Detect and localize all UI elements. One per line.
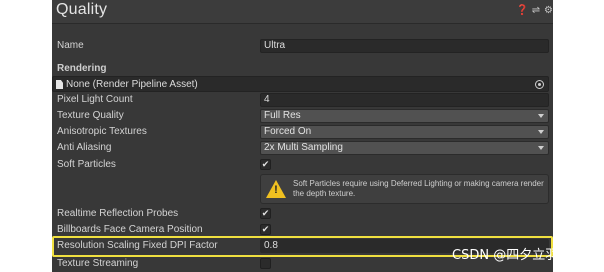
name-row: Name Ultra xyxy=(52,38,553,54)
anisotropic-label: Anisotropic Textures xyxy=(57,126,147,137)
texture-quality-label: Texture Quality xyxy=(57,110,124,121)
chevron-down-icon xyxy=(538,114,544,118)
billboards-checkbox[interactable]: ✔ xyxy=(260,224,271,235)
texture-streaming-label: Texture Streaming xyxy=(57,258,139,269)
anisotropic-value: Forced On xyxy=(264,126,312,137)
anti-aliasing-dropdown[interactable]: 2x Multi Sampling xyxy=(260,141,549,155)
soft-particles-warning: ! Soft Particles require using Deferred … xyxy=(260,174,549,204)
anti-aliasing-row: Anti Aliasing 2x Multi Sampling xyxy=(52,140,553,156)
pixel-light-count-row: Pixel Light Count 4 xyxy=(52,92,553,108)
object-picker-icon[interactable] xyxy=(535,80,544,89)
realtime-reflection-label: Realtime Reflection Probes xyxy=(57,208,179,219)
name-field[interactable]: Ultra xyxy=(260,39,549,53)
anti-aliasing-label: Anti Aliasing xyxy=(57,142,112,153)
anti-aliasing-value: 2x Multi Sampling xyxy=(264,142,343,153)
soft-particles-label: Soft Particles xyxy=(57,159,116,170)
panel-title: Quality xyxy=(56,1,108,18)
texture-quality-value: Full Res xyxy=(264,110,301,121)
warning-text: Soft Particles require using Deferred Li… xyxy=(293,179,544,198)
chevron-down-icon xyxy=(538,130,544,134)
texture-quality-row: Texture Quality Full Res xyxy=(52,108,553,124)
watermark: CSDN @四夕立羽 xyxy=(452,248,559,263)
texture-quality-dropdown[interactable]: Full Res xyxy=(260,109,549,123)
warning-exclamation: ! xyxy=(274,184,278,196)
render-pipeline-row: None (Render Pipeline Asset) xyxy=(52,76,553,93)
render-pipeline-asset-value: None (Render Pipeline Asset) xyxy=(66,79,198,90)
soft-particles-row: Soft Particles ✔ xyxy=(52,157,553,173)
realtime-reflection-row: Realtime Reflection Probes ✔ xyxy=(52,206,553,222)
panel-header: Quality ❓ ⇌ ⚙ xyxy=(52,0,553,24)
preset-icon[interactable]: ⇌ xyxy=(530,4,542,18)
rendering-section: Rendering xyxy=(52,61,553,77)
anisotropic-dropdown[interactable]: Forced On xyxy=(260,125,549,139)
name-label: Name xyxy=(57,40,84,51)
billboards-label: Billboards Face Camera Position xyxy=(57,224,203,235)
help-icon[interactable]: ❓ xyxy=(516,4,528,18)
pixel-light-count-label: Pixel Light Count xyxy=(57,94,133,105)
document-icon xyxy=(56,80,63,89)
render-pipeline-asset-field[interactable]: None (Render Pipeline Asset) xyxy=(52,76,549,92)
realtime-reflection-checkbox[interactable]: ✔ xyxy=(260,208,271,219)
soft-particles-checkbox[interactable]: ✔ xyxy=(260,159,271,170)
anisotropic-row: Anisotropic Textures Forced On xyxy=(52,124,553,140)
chevron-down-icon xyxy=(538,146,544,150)
texture-streaming-checkbox[interactable] xyxy=(260,258,271,269)
quality-settings-panel: Quality ❓ ⇌ ⚙ Name Ultra Rendering None … xyxy=(52,0,553,272)
settings-icon[interactable]: ⚙ xyxy=(544,4,553,18)
pixel-light-count-field[interactable]: 4 xyxy=(260,93,549,107)
rendering-heading: Rendering xyxy=(57,63,107,74)
